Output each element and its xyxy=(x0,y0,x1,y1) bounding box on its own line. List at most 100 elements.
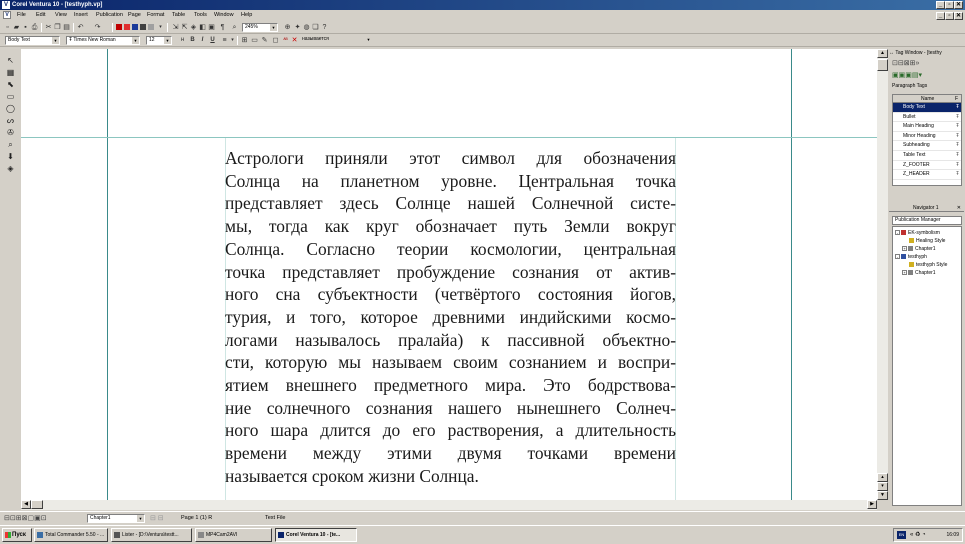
export-icon[interactable]: ⇱ xyxy=(180,23,189,32)
font-size-select[interactable]: 12 ▼ xyxy=(146,36,172,45)
expand-icon[interactable]: + xyxy=(902,270,907,276)
cut-icon[interactable]: ✂ xyxy=(44,23,53,32)
document-canvas[interactable]: Астрологи приняли этот символ для обозна… xyxy=(21,49,877,500)
frame-icon[interactable]: ▭ xyxy=(250,36,259,45)
scroll-right-button[interactable]: ▶ xyxy=(867,500,877,509)
tree-node-chapter1[interactable]: + Chapter1 xyxy=(902,246,936,252)
paragraph-marks-icon[interactable]: ¶ xyxy=(218,23,227,32)
tree-node-chapter1[interactable]: + Chapter1 xyxy=(902,270,936,276)
whats-this-help-icon[interactable]: ? xyxy=(320,23,329,32)
tag-row-table-text[interactable]: Table Text Ŧ xyxy=(893,151,961,161)
freehand-tool-icon[interactable]: ᔕ xyxy=(5,115,16,126)
tag-row-body-text[interactable]: Body Text Ŧ xyxy=(893,103,961,113)
page-nav-icons[interactable]: ⊟ ⊟ xyxy=(150,512,164,525)
menu-window[interactable]: Window xyxy=(214,10,234,21)
chevron-down-icon[interactable]: ▾ xyxy=(228,36,237,45)
paragraph-tag-select[interactable]: Body Text ▼ xyxy=(5,36,60,45)
object-manager-icon[interactable]: ❏ xyxy=(311,23,320,32)
menu-publication[interactable]: Publication xyxy=(96,10,123,21)
scroll-prev-page-button[interactable]: ▾ xyxy=(877,482,888,491)
image-icon[interactable]: ▣ xyxy=(207,23,216,32)
doc-restore-button[interactable]: ▫ xyxy=(945,12,954,20)
paragraph-tags-list[interactable]: Name F Body Text Ŧ Bullet Ŧ Main Heading Ŧ … xyxy=(892,94,962,186)
eyedropper-tool-icon[interactable]: ✇ xyxy=(5,127,16,138)
tag-row-bullet[interactable]: Bullet Ŧ xyxy=(893,113,961,123)
task-mp4cam2avi[interactable]: MP4Cam2AVI xyxy=(195,528,272,542)
title-bar[interactable]: V Corel Ventura 10 - [testhyph.vp] _ ▫ ✕ xyxy=(0,0,965,10)
pick-tool-icon[interactable]: ↖ xyxy=(5,55,16,66)
zoom-tool-icon[interactable]: ⌕ xyxy=(230,23,239,32)
close-icon[interactable]: ✕ xyxy=(957,204,961,212)
column-header-f[interactable]: F xyxy=(955,95,958,103)
color-swatch-dark[interactable] xyxy=(140,24,146,30)
maximize-button[interactable]: ▫ xyxy=(945,1,954,9)
tag-row-z-header[interactable]: Z_HEADER Ŧ xyxy=(893,170,961,180)
tag-row-minor-heading[interactable]: Minor Heading Ŧ xyxy=(893,132,961,142)
collapse-icon[interactable]: - xyxy=(895,230,900,236)
zoom-level-select[interactable]: 245% ▼ xyxy=(242,23,278,32)
spellcheck-icon[interactable]: ᴬᴮ xyxy=(281,36,290,45)
frame-tool-icon[interactable]: ▦ xyxy=(5,67,16,78)
color-swatch-red[interactable] xyxy=(116,24,122,30)
undo-icon[interactable]: ↶ xyxy=(76,23,85,32)
text-type-icon[interactable]: ʜ xyxy=(178,36,187,45)
rectangle-tool-icon[interactable]: ▭ xyxy=(5,91,16,102)
color-swatch-gray[interactable] xyxy=(148,24,154,30)
tree-node-healing-style[interactable]: Healing Style xyxy=(909,238,945,244)
tree-node-testhyph[interactable]: - testhyph xyxy=(895,254,927,260)
preview-icon[interactable]: ◧ xyxy=(198,23,207,32)
task-total-commander[interactable]: Total Commander 5.50 - ... xyxy=(34,528,108,542)
view-mode-icons[interactable]: ⊟⊡⊞⊠▢▣⊡ xyxy=(4,512,47,525)
options-icon[interactable]: ✦ xyxy=(293,23,302,32)
doc-minimize-button[interactable]: _ xyxy=(936,12,945,20)
document-menu-icon[interactable]: V xyxy=(3,11,11,19)
task-lister[interactable]: Lister - [D:\Ventura\testt... xyxy=(111,528,192,542)
horizontal-scrollbar[interactable]: ◀ ▶ xyxy=(21,500,877,510)
tag-more-icon[interactable]: » xyxy=(916,60,920,67)
expand-icon[interactable]: + xyxy=(902,246,907,252)
tag-row-main-heading[interactable]: Main Heading Ŧ xyxy=(893,122,961,132)
tree-node-testhyph-style[interactable]: testhyph Style xyxy=(909,262,947,268)
chapter-select[interactable]: Chapter1 ▼ xyxy=(87,514,145,523)
navigator-tree[interactable]: - EK-symbolism Healing Style + Chapter1 - t… xyxy=(892,226,962,506)
color-swatch-blue[interactable] xyxy=(132,24,138,30)
reject-word-icon[interactable]: ✕ xyxy=(290,36,299,45)
tray-icons[interactable]: « ♻ ◔ xyxy=(910,529,926,541)
underline-button[interactable]: U xyxy=(208,36,217,45)
collapse-icon[interactable]: - xyxy=(895,254,900,260)
menu-page[interactable]: Page xyxy=(128,10,141,21)
doc-close-button[interactable]: ✕ xyxy=(954,12,963,20)
copy-icon[interactable]: ❐ xyxy=(53,23,62,32)
language-indicator[interactable]: EN xyxy=(897,531,906,539)
font-name-select[interactable]: Ŧ Times New Roman ▼ xyxy=(66,36,140,45)
scroll-left-button[interactable]: ◀ xyxy=(21,500,31,509)
minimize-button[interactable]: _ xyxy=(936,1,945,9)
scroll-next-page-button[interactable]: ▴ xyxy=(877,473,888,482)
ventura-app-icon[interactable]: V xyxy=(2,1,10,9)
scroll-down-button[interactable]: ▼ xyxy=(877,491,888,500)
menu-tools[interactable]: Tools xyxy=(194,10,207,21)
zoom-tool-icon[interactable]: ⌕ xyxy=(5,139,16,150)
paragraph-tags-icon[interactable]: ▣ xyxy=(892,72,899,79)
scroll-up-button[interactable]: ▲ xyxy=(877,49,888,58)
scroll-thumb[interactable] xyxy=(877,59,888,71)
menu-insert[interactable]: Insert xyxy=(74,10,88,21)
chevron-down-icon[interactable]: ▾ xyxy=(156,23,165,32)
tag-row-z-footer[interactable]: Z_FOOTER Ŧ xyxy=(893,161,961,171)
navigator-titlebar[interactable]: Navigator 1 ✕ xyxy=(889,204,964,212)
italic-button[interactable]: I xyxy=(198,36,207,45)
task-corel-ventura[interactable]: Corel Ventura 10 - [te... xyxy=(275,528,357,542)
redo-icon[interactable]: ↷ xyxy=(93,23,102,32)
menu-view[interactable]: View xyxy=(55,10,67,21)
fill-tool-icon[interactable]: ◈ xyxy=(5,163,16,174)
pen-tool-icon[interactable]: ⬇ xyxy=(5,151,16,162)
frame-tags-icon[interactable]: ▣ xyxy=(905,72,912,79)
menu-table[interactable]: Table xyxy=(172,10,185,21)
menu-help[interactable]: Help xyxy=(241,10,252,21)
table-icon[interactable]: ⊞ xyxy=(240,36,249,45)
tag-window-titlebar[interactable]: ↔ Tag Window - [testhy xyxy=(889,49,964,57)
print-icon[interactable]: ⎙ xyxy=(30,23,39,32)
table-tags-icon[interactable]: ▤ xyxy=(912,72,919,79)
column-header-name[interactable]: Name xyxy=(921,95,934,103)
bold-button[interactable]: B xyxy=(188,36,197,45)
